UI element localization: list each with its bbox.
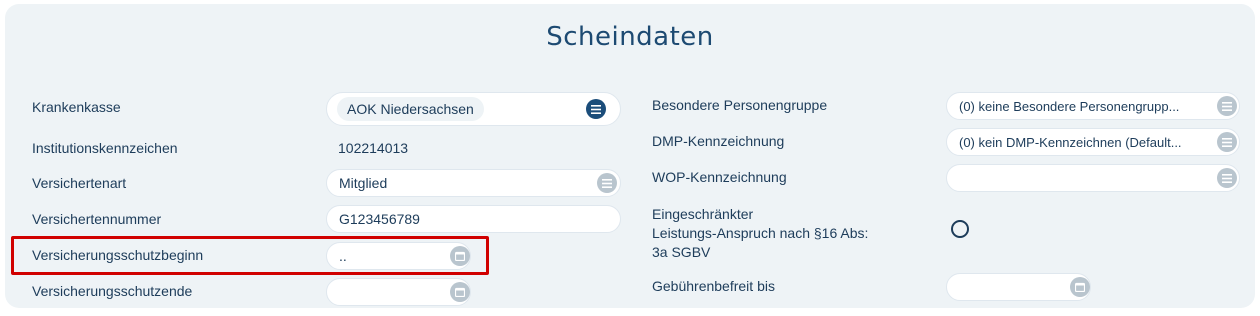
highlight-box	[11, 236, 489, 275]
versichertenart-select[interactable]: Mitglied	[326, 169, 621, 197]
calendar-icon[interactable]	[450, 282, 470, 302]
besondere-personengruppe-select[interactable]: (0) keine Besondere Personengrupp...	[946, 92, 1240, 120]
list-icon[interactable]	[1217, 96, 1237, 116]
dmp-kennzeichnung-label: DMP-Kennzeichnung	[652, 133, 785, 149]
page-title: Scheindaten	[546, 22, 714, 52]
gebuehrenbefreit-label: Gebührenbefreit bis	[652, 278, 775, 294]
versichertenart-value: Mitglied	[339, 175, 388, 191]
list-icon[interactable]	[1217, 132, 1237, 152]
versichertenart-label: Versichertenart	[32, 175, 127, 191]
krankenkasse-value: AOK Niedersachsen	[337, 97, 484, 121]
versichertennummer-value: G123456789	[339, 211, 420, 227]
krankenkasse-label: Krankenkasse	[32, 99, 121, 115]
label-line: Eingeschränkter	[652, 206, 754, 222]
eingeschraenkter-leistungsanspruch-radio[interactable]	[951, 220, 969, 238]
list-icon[interactable]	[597, 173, 617, 193]
institutionskennzeichen-value: 102214013	[338, 140, 409, 156]
calendar-icon[interactable]	[1070, 277, 1090, 297]
wop-kennzeichnung-select[interactable]	[946, 164, 1240, 192]
besondere-personengruppe-label: Besondere Personengruppe	[652, 97, 828, 113]
label-line: 3a SGBV	[652, 244, 711, 260]
list-icon[interactable]	[586, 99, 606, 119]
besondere-personengruppe-value: (0) keine Besondere Personengrupp...	[959, 98, 1180, 114]
versichertennummer-label: Versichertennummer	[32, 211, 162, 227]
krankenkasse-select[interactable]: AOK Niedersachsen	[326, 92, 621, 126]
versichertennummer-input[interactable]: G123456789	[326, 205, 621, 233]
eingeschraenkter-leistungsanspruch-label: Eingeschränkter Leistungs-Anspruch nach …	[652, 205, 868, 262]
label-line: Leistungs-Anspruch nach §16 Abs:	[652, 225, 869, 241]
institutionskennzeichen-label: Institutionskennzeichen	[32, 140, 178, 156]
dmp-kennzeichnung-select[interactable]: (0) kein DMP-Kennzeichnen (Default...	[946, 128, 1240, 156]
wop-kennzeichnung-label: WOP-Kennzeichnung	[652, 169, 787, 185]
versicherungsschutzende-label: Versicherungsschutzende	[32, 283, 193, 299]
dmp-kennzeichnung-value: (0) kein DMP-Kennzeichnen (Default...	[959, 134, 1182, 150]
list-icon[interactable]	[1217, 168, 1237, 188]
